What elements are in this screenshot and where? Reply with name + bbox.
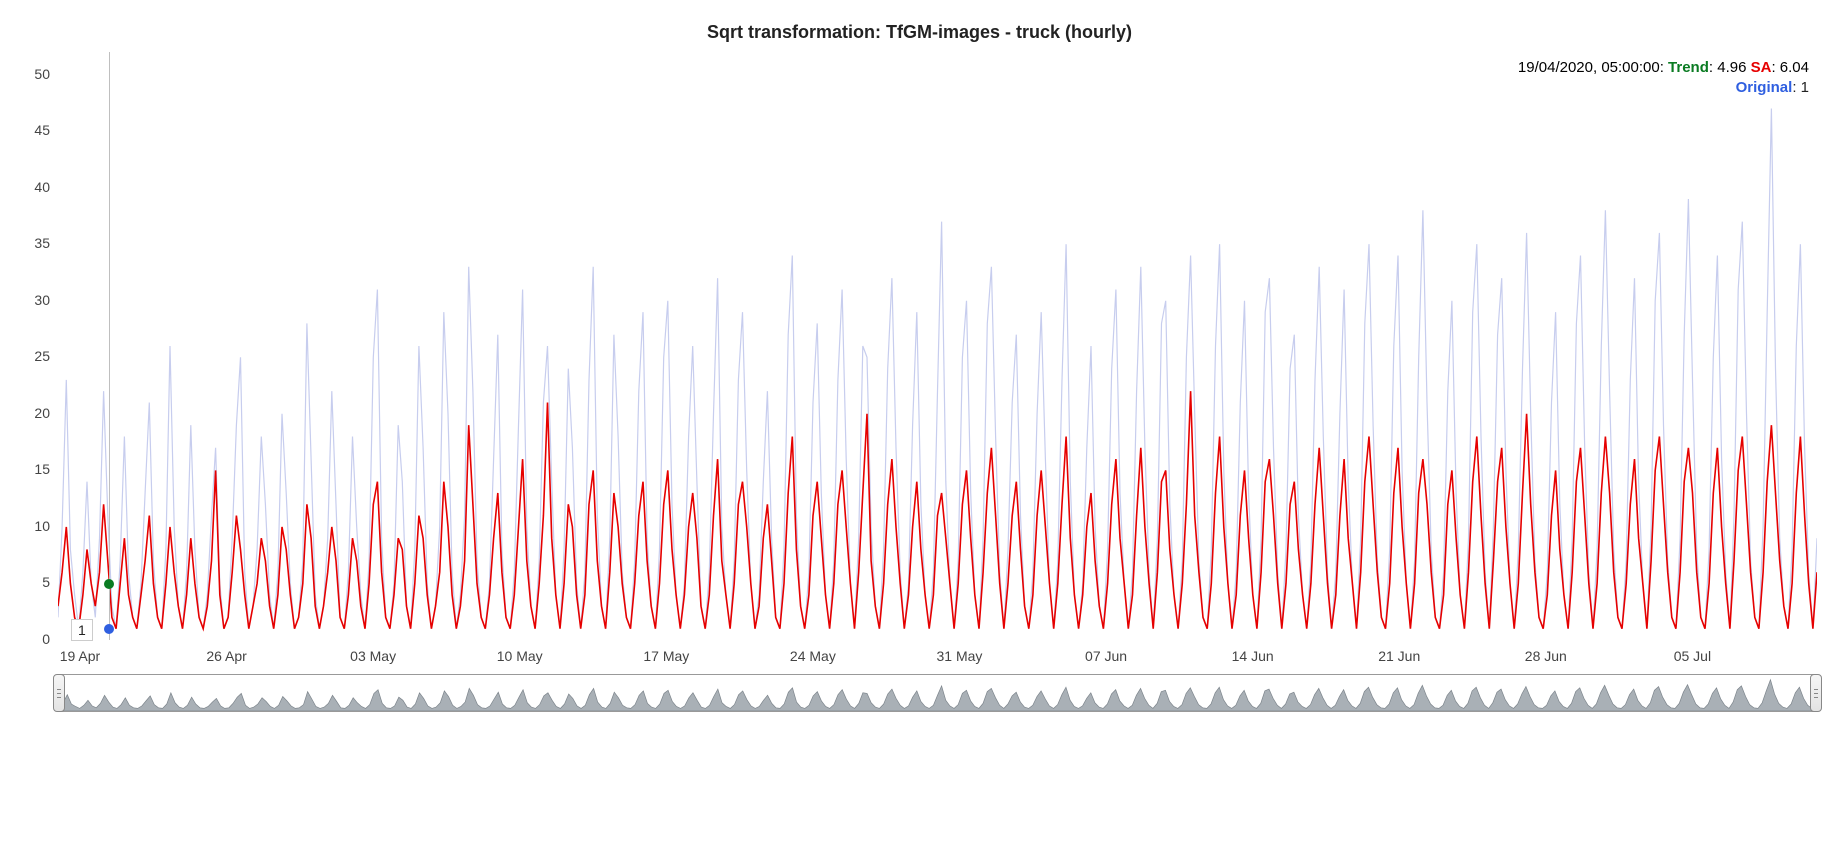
x-tick: 28 Jun	[1525, 648, 1567, 664]
hover-cursor-line	[109, 52, 110, 640]
hover-point-trend	[104, 579, 114, 589]
y-tick: 5	[0, 574, 50, 590]
y-tick: 35	[0, 235, 50, 251]
x-tick: 26 Apr	[206, 648, 246, 664]
x-tick: 31 May	[937, 648, 983, 664]
range-navigator[interactable]	[58, 674, 1817, 712]
y-tick: 20	[0, 405, 50, 421]
chart-title: Sqrt transformation: TfGM-images - truck…	[0, 22, 1839, 43]
y-tick: 25	[0, 348, 50, 364]
range-handle-left[interactable]	[53, 674, 65, 712]
plot-area[interactable]	[58, 52, 1817, 640]
y-tick: 40	[0, 179, 50, 195]
x-tick: 07 Jun	[1085, 648, 1127, 664]
range-handle-right[interactable]	[1810, 674, 1822, 712]
y-tick: 50	[0, 66, 50, 82]
x-tick: 03 May	[350, 648, 396, 664]
x-tick: 05 Jul	[1674, 648, 1711, 664]
y-tick: 45	[0, 122, 50, 138]
hover-point-original	[104, 624, 114, 634]
x-tick: 14 Jun	[1232, 648, 1274, 664]
x-tick: 24 May	[790, 648, 836, 664]
hover-tooltip: 1	[71, 619, 93, 641]
x-tick: 17 May	[643, 648, 689, 664]
y-tick: 0	[0, 631, 50, 647]
x-tick: 21 Jun	[1378, 648, 1420, 664]
x-tick: 19 Apr	[60, 648, 100, 664]
x-tick: 10 May	[497, 648, 543, 664]
y-tick: 10	[0, 518, 50, 534]
y-tick: 30	[0, 292, 50, 308]
y-tick: 15	[0, 461, 50, 477]
